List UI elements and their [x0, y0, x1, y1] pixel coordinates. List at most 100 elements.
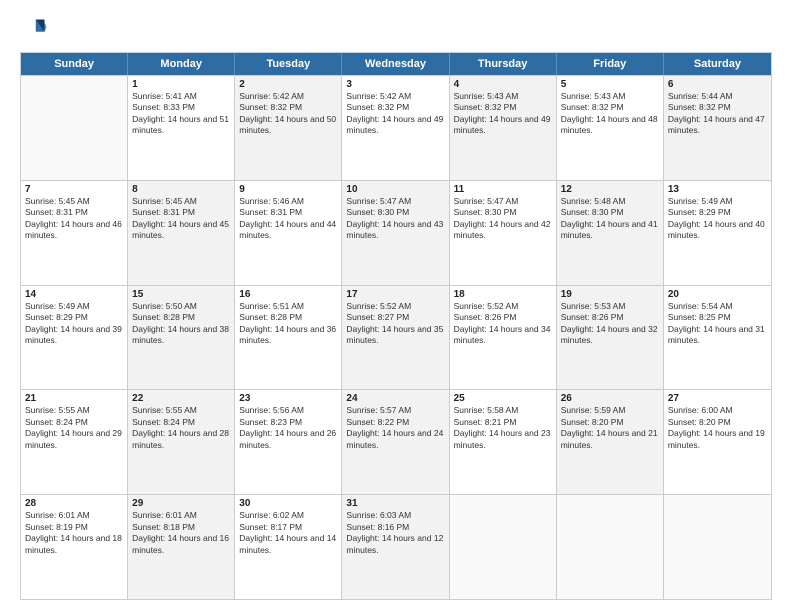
sunset-line: Sunset: 8:30 PM — [561, 207, 659, 218]
sunset-line: Sunset: 8:28 PM — [239, 312, 337, 323]
sunrise-line: Sunrise: 5:54 AM — [668, 301, 767, 312]
daylight-line: Daylight: 14 hours and 49 minutes. — [454, 114, 552, 137]
sunset-line: Sunset: 8:31 PM — [132, 207, 230, 218]
day-number: 20 — [668, 289, 767, 300]
sunrise-line: Sunrise: 5:45 AM — [132, 196, 230, 207]
day-number: 25 — [454, 393, 552, 404]
sunset-line: Sunset: 8:26 PM — [561, 312, 659, 323]
calendar-cell: 23 Sunrise: 5:56 AM Sunset: 8:23 PM Dayl… — [235, 390, 342, 494]
sunrise-line: Sunrise: 5:47 AM — [454, 196, 552, 207]
day-number: 3 — [346, 79, 444, 90]
day-number: 14 — [25, 289, 123, 300]
sunrise-line: Sunrise: 5:55 AM — [132, 405, 230, 416]
daylight-line: Daylight: 14 hours and 38 minutes. — [132, 324, 230, 347]
sunrise-line: Sunrise: 6:02 AM — [239, 510, 337, 521]
calendar-cell: 7 Sunrise: 5:45 AM Sunset: 8:31 PM Dayli… — [21, 181, 128, 285]
sunrise-line: Sunrise: 5:59 AM — [561, 405, 659, 416]
sunrise-line: Sunrise: 5:45 AM — [25, 196, 123, 207]
daylight-line: Daylight: 14 hours and 46 minutes. — [25, 219, 123, 242]
sunset-line: Sunset: 8:22 PM — [346, 417, 444, 428]
day-number: 24 — [346, 393, 444, 404]
sunset-line: Sunset: 8:31 PM — [239, 207, 337, 218]
sunrise-line: Sunrise: 5:47 AM — [346, 196, 444, 207]
sunset-line: Sunset: 8:26 PM — [454, 312, 552, 323]
sunrise-line: Sunrise: 5:57 AM — [346, 405, 444, 416]
calendar-cell: 22 Sunrise: 5:55 AM Sunset: 8:24 PM Dayl… — [128, 390, 235, 494]
day-number: 4 — [454, 79, 552, 90]
sunset-line: Sunset: 8:29 PM — [668, 207, 767, 218]
calendar-cell: 17 Sunrise: 5:52 AM Sunset: 8:27 PM Dayl… — [342, 286, 449, 390]
sunset-line: Sunset: 8:24 PM — [132, 417, 230, 428]
daylight-line: Daylight: 14 hours and 21 minutes. — [561, 428, 659, 451]
calendar-cell: 19 Sunrise: 5:53 AM Sunset: 8:26 PM Dayl… — [557, 286, 664, 390]
day-number: 7 — [25, 184, 123, 195]
calendar-cell: 15 Sunrise: 5:50 AM Sunset: 8:28 PM Dayl… — [128, 286, 235, 390]
sunset-line: Sunset: 8:30 PM — [346, 207, 444, 218]
calendar-cell: 20 Sunrise: 5:54 AM Sunset: 8:25 PM Dayl… — [664, 286, 771, 390]
calendar-cell: 12 Sunrise: 5:48 AM Sunset: 8:30 PM Dayl… — [557, 181, 664, 285]
day-number: 18 — [454, 289, 552, 300]
sunset-line: Sunset: 8:20 PM — [668, 417, 767, 428]
sunrise-line: Sunrise: 5:50 AM — [132, 301, 230, 312]
sunset-line: Sunset: 8:27 PM — [346, 312, 444, 323]
daylight-line: Daylight: 14 hours and 36 minutes. — [239, 324, 337, 347]
sunrise-line: Sunrise: 5:51 AM — [239, 301, 337, 312]
calendar-header-day: Sunday — [21, 53, 128, 75]
sunrise-line: Sunrise: 5:44 AM — [668, 91, 767, 102]
daylight-line: Daylight: 14 hours and 39 minutes. — [25, 324, 123, 347]
sunset-line: Sunset: 8:32 PM — [668, 102, 767, 113]
day-number: 5 — [561, 79, 659, 90]
calendar-row: 14 Sunrise: 5:49 AM Sunset: 8:29 PM Dayl… — [21, 285, 771, 390]
sunrise-line: Sunrise: 6:01 AM — [25, 510, 123, 521]
day-number: 21 — [25, 393, 123, 404]
day-number: 13 — [668, 184, 767, 195]
sunset-line: Sunset: 8:21 PM — [454, 417, 552, 428]
day-number: 10 — [346, 184, 444, 195]
calendar-header: SundayMondayTuesdayWednesdayThursdayFrid… — [21, 53, 771, 75]
sunset-line: Sunset: 8:24 PM — [25, 417, 123, 428]
calendar-cell: 9 Sunrise: 5:46 AM Sunset: 8:31 PM Dayli… — [235, 181, 342, 285]
sunset-line: Sunset: 8:33 PM — [132, 102, 230, 113]
daylight-line: Daylight: 14 hours and 14 minutes. — [239, 533, 337, 556]
daylight-line: Daylight: 14 hours and 16 minutes. — [132, 533, 230, 556]
calendar-cell: 2 Sunrise: 5:42 AM Sunset: 8:32 PM Dayli… — [235, 76, 342, 180]
sunrise-line: Sunrise: 5:52 AM — [346, 301, 444, 312]
day-number: 30 — [239, 498, 337, 509]
day-number: 11 — [454, 184, 552, 195]
day-number: 19 — [561, 289, 659, 300]
calendar-cell: 28 Sunrise: 6:01 AM Sunset: 8:19 PM Dayl… — [21, 495, 128, 599]
sunrise-line: Sunrise: 5:49 AM — [668, 196, 767, 207]
day-number: 12 — [561, 184, 659, 195]
calendar-cell: 4 Sunrise: 5:43 AM Sunset: 8:32 PM Dayli… — [450, 76, 557, 180]
calendar-row: 1 Sunrise: 5:41 AM Sunset: 8:33 PM Dayli… — [21, 75, 771, 180]
sunrise-line: Sunrise: 6:00 AM — [668, 405, 767, 416]
calendar-cell: 14 Sunrise: 5:49 AM Sunset: 8:29 PM Dayl… — [21, 286, 128, 390]
sunset-line: Sunset: 8:29 PM — [25, 312, 123, 323]
day-number: 16 — [239, 289, 337, 300]
calendar-cell: 21 Sunrise: 5:55 AM Sunset: 8:24 PM Dayl… — [21, 390, 128, 494]
daylight-line: Daylight: 14 hours and 50 minutes. — [239, 114, 337, 137]
calendar-cell — [557, 495, 664, 599]
calendar-row: 28 Sunrise: 6:01 AM Sunset: 8:19 PM Dayl… — [21, 494, 771, 599]
daylight-line: Daylight: 14 hours and 44 minutes. — [239, 219, 337, 242]
calendar-cell: 26 Sunrise: 5:59 AM Sunset: 8:20 PM Dayl… — [557, 390, 664, 494]
sunset-line: Sunset: 8:20 PM — [561, 417, 659, 428]
sunset-line: Sunset: 8:19 PM — [25, 522, 123, 533]
calendar-cell: 18 Sunrise: 5:52 AM Sunset: 8:26 PM Dayl… — [450, 286, 557, 390]
sunrise-line: Sunrise: 5:53 AM — [561, 301, 659, 312]
calendar-cell — [664, 495, 771, 599]
sunrise-line: Sunrise: 5:43 AM — [561, 91, 659, 102]
daylight-line: Daylight: 14 hours and 40 minutes. — [668, 219, 767, 242]
sunset-line: Sunset: 8:31 PM — [25, 207, 123, 218]
day-number: 8 — [132, 184, 230, 195]
daylight-line: Daylight: 14 hours and 41 minutes. — [561, 219, 659, 242]
daylight-line: Daylight: 14 hours and 47 minutes. — [668, 114, 767, 137]
sunset-line: Sunset: 8:18 PM — [132, 522, 230, 533]
daylight-line: Daylight: 14 hours and 45 minutes. — [132, 219, 230, 242]
calendar-cell — [450, 495, 557, 599]
sunrise-line: Sunrise: 5:41 AM — [132, 91, 230, 102]
sunrise-line: Sunrise: 5:48 AM — [561, 196, 659, 207]
calendar-cell: 30 Sunrise: 6:02 AM Sunset: 8:17 PM Dayl… — [235, 495, 342, 599]
daylight-line: Daylight: 14 hours and 32 minutes. — [561, 324, 659, 347]
calendar-row: 21 Sunrise: 5:55 AM Sunset: 8:24 PM Dayl… — [21, 389, 771, 494]
